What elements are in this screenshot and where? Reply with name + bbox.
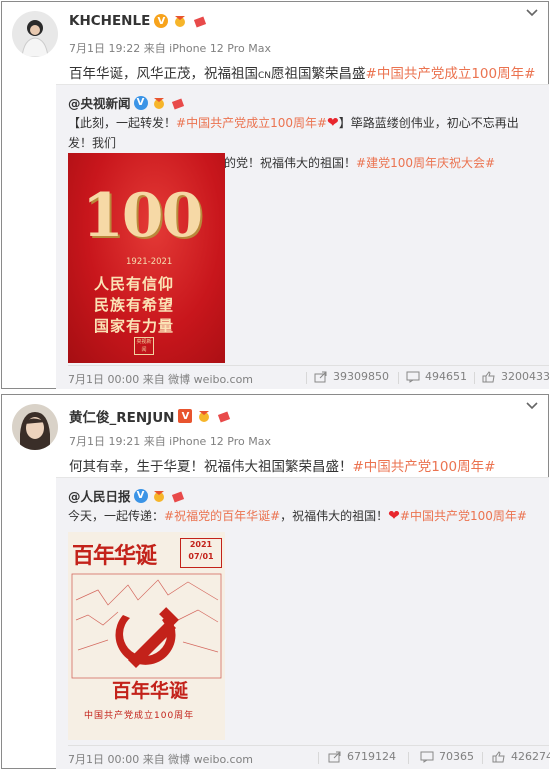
thumbs-up-icon xyxy=(492,750,505,762)
divider xyxy=(398,372,399,384)
weibo-post-card: KHCHENLE V 7月1日 19:22 来自 iPhone 12 Pro M… xyxy=(1,1,550,389)
hashtag-link[interactable]: #祝福党的百年华诞# xyxy=(164,509,280,523)
share-icon xyxy=(314,371,327,382)
medal-icon xyxy=(175,16,186,27)
poster-title: 百年华诞 xyxy=(72,543,157,569)
repost-author[interactable]: @人民日报 V xyxy=(68,486,186,505)
weibo-post-card: 黄仁俊_RENJUN V 7月1日 19:21 来自 iPhone 12 Pro… xyxy=(1,394,550,769)
username[interactable]: KHCHENLE V xyxy=(69,13,208,29)
avatar[interactable] xyxy=(12,404,58,450)
heart-icon: ❤ xyxy=(327,115,339,131)
avatar[interactable] xyxy=(12,11,58,57)
thumbs-up-icon xyxy=(482,370,495,382)
comment-icon xyxy=(420,751,434,763)
comment-icon xyxy=(406,371,420,383)
verified-badge-icon: V xyxy=(133,488,148,503)
medal-icon xyxy=(153,490,164,502)
medal-icon xyxy=(153,97,164,109)
like-button[interactable]: 3200433 xyxy=(482,370,550,383)
poster-years: 1921-2021 xyxy=(126,257,173,267)
gift-icon xyxy=(194,16,207,28)
poster-slogan: 国家有力量 xyxy=(94,317,175,335)
poster-image[interactable]: 百年华诞 2021 07/01 百年华诞 中国共产党成立100周年 xyxy=(68,532,225,740)
poster-slogan: 人民有信仰 xyxy=(94,275,175,293)
poster-logo: 央视新闻 xyxy=(134,337,154,355)
repost-block: @央视新闻 V 【此刻，一起转发！#中国共产党成立100周年#❤】筚路蓝缕创伟业… xyxy=(56,84,550,389)
chevron-down-icon[interactable] xyxy=(525,401,539,411)
post-text: 何其有幸，生于华夏！祝福伟大祖国繁荣昌盛！#中国共产党100周年# xyxy=(69,459,496,475)
verified-badge-icon: V xyxy=(178,409,193,423)
poster-date: 2021 07/01 xyxy=(180,538,222,568)
post-meta[interactable]: 7月1日 19:22 来自 iPhone 12 Pro Max xyxy=(69,40,271,56)
medal-icon xyxy=(199,411,210,422)
poster-footer-subtitle: 中国共产党成立100周年 xyxy=(84,711,195,721)
repost-block: @人民日报 V 今天，一起传递：#祝福党的百年华诞#，祝福伟大的祖国！❤#中国共… xyxy=(56,477,550,769)
repost-source[interactable]: 7月1日 00:00 来自 微博 weibo.com xyxy=(68,751,253,767)
share-icon xyxy=(328,751,341,762)
comment-button[interactable]: 70365 xyxy=(420,750,474,763)
heart-icon: ❤ xyxy=(388,508,400,524)
share-button[interactable]: 39309850 xyxy=(314,370,389,383)
share-button[interactable]: 6719124 xyxy=(328,750,396,763)
hashtag-link[interactable]: #中国共产党成立100周年# xyxy=(176,116,327,130)
post-text: 百年华诞，风华正茂，祝福祖国CN愿祖国繁荣昌盛#中国共产党成立100周年# xyxy=(69,66,536,82)
like-button[interactable]: 426274 xyxy=(492,750,550,763)
poster-slogan: 民族有希望 xyxy=(94,296,175,314)
comment-button[interactable]: 494651 xyxy=(406,370,467,383)
poster-number: 100 xyxy=(82,181,203,251)
divider xyxy=(408,752,409,764)
divider xyxy=(482,752,483,764)
divider xyxy=(306,372,307,384)
verified-badge-icon: V xyxy=(133,95,148,110)
poster-footer-title: 百年华诞 xyxy=(112,680,189,702)
poster-image[interactable]: 100 1921-2021 人民有信仰 民族有希望 国家有力量 央视新闻 xyxy=(68,153,225,363)
username[interactable]: 黄仁俊_RENJUN V xyxy=(69,406,232,426)
hammer-sickle-illustration xyxy=(71,573,222,679)
post-meta[interactable]: 7月1日 19:21 来自 iPhone 12 Pro Max xyxy=(69,433,271,449)
gift-icon xyxy=(171,491,184,502)
repost-footer: 7月1日 00:00 来自 微博 weibo.com 6719124 70365… xyxy=(68,745,550,769)
hashtag-link[interactable]: #中国共产党100周年# xyxy=(353,459,496,475)
hashtag-link[interactable]: #中国共产党100周年# xyxy=(400,509,527,523)
hashtag-link[interactable]: #中国共产党成立100周年# xyxy=(366,66,536,82)
divider xyxy=(474,372,475,384)
hashtag-link[interactable]: #建党100周年庆祝大会# xyxy=(356,156,495,170)
repost-author[interactable]: @央视新闻 V xyxy=(68,93,186,112)
gift-icon xyxy=(218,411,231,423)
verified-badge-icon: V xyxy=(154,14,169,28)
repost-text: 今天，一起传递：#祝福党的百年华诞#，祝福伟大的祖国！❤#中国共产党100周年# xyxy=(68,508,527,524)
chevron-down-icon[interactable] xyxy=(525,8,539,18)
gift-icon xyxy=(171,98,184,109)
divider xyxy=(318,752,319,764)
repost-source[interactable]: 7月1日 00:00 来自 微博 weibo.com xyxy=(68,371,253,387)
repost-footer: 7月1日 00:00 来自 微博 weibo.com 39309850 4946… xyxy=(68,365,550,389)
